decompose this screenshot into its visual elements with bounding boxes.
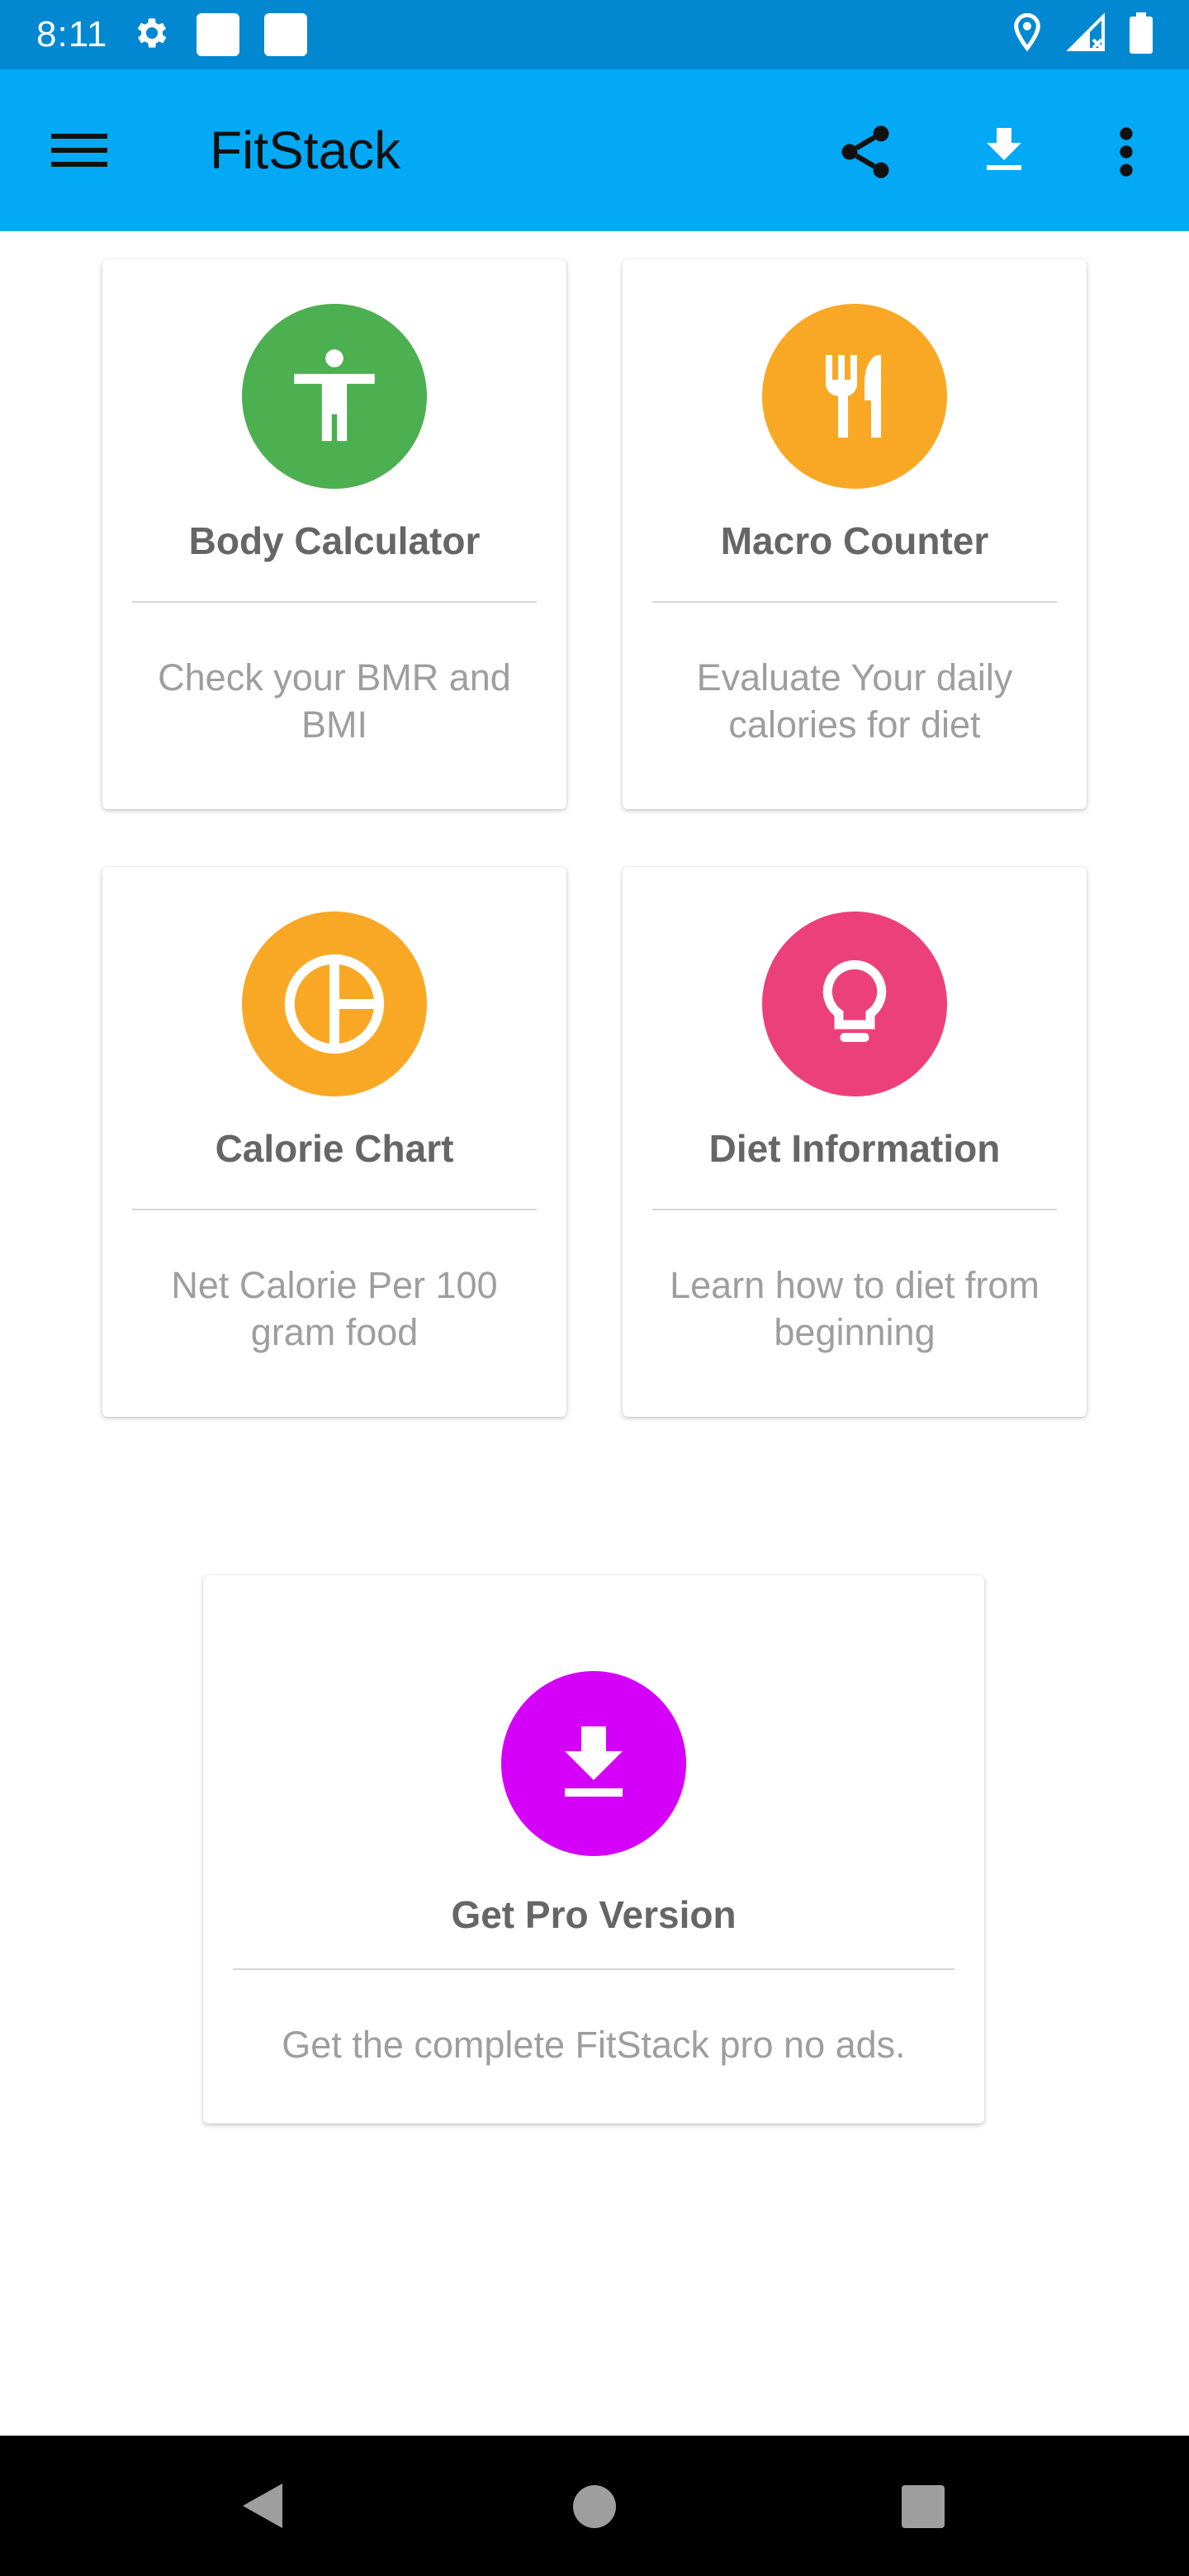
card-title: Get Pro Version — [451, 1893, 737, 1936]
signal-icon — [1066, 12, 1106, 57]
recents-icon[interactable] — [902, 2485, 945, 2528]
card-title: Macro Counter — [720, 519, 989, 562]
card-body-calculator[interactable]: Body Calculator Check your BMR and BMI — [102, 259, 566, 809]
download-icon[interactable] — [974, 119, 1034, 182]
restaurant-icon — [762, 304, 947, 489]
card-title: Calorie Chart — [215, 1127, 454, 1170]
app-title: FitStack — [210, 121, 401, 180]
card-divider — [132, 601, 537, 603]
card-calorie-chart[interactable]: Calorie Chart Net Calorie Per 100 gram f… — [102, 867, 566, 1417]
card-description: Check your BMR and BMI — [158, 656, 511, 746]
screen: 8:11 FitStack Body Calculator Check your… — [0, 0, 1189, 2576]
accessibility-icon — [242, 304, 427, 489]
card-divider — [652, 601, 1057, 603]
download-icon — [501, 1671, 686, 1856]
app-bar: FitStack — [0, 69, 1189, 231]
status-bar: 8:11 — [0, 0, 1189, 69]
location-icon — [1011, 12, 1044, 58]
share-icon[interactable] — [834, 121, 897, 183]
notification-square-icon — [197, 13, 240, 56]
card-title: Diet Information — [708, 1127, 1001, 1170]
card-description: Net Calorie Per 100 gram food — [171, 1264, 498, 1353]
battery-icon — [1130, 12, 1153, 58]
notification-square-icon — [264, 13, 308, 56]
card-description: Evaluate Your daily calories for diet — [696, 656, 1013, 746]
back-icon[interactable] — [239, 2480, 286, 2531]
nav-bar — [0, 2436, 1189, 2576]
card-macro-counter[interactable]: Macro Counter Evaluate Your daily calori… — [623, 259, 1087, 809]
pie-chart-icon — [242, 912, 427, 1096]
more-vert-icon[interactable] — [1110, 121, 1143, 183]
card-get-pro-version[interactable]: Get Pro Version Get the complete FitStac… — [203, 1575, 984, 2124]
card-divider — [652, 1209, 1057, 1210]
home-icon[interactable] — [573, 2485, 616, 2528]
menu-icon[interactable] — [51, 127, 107, 173]
card-title: Body Calculator — [188, 519, 481, 562]
status-left: 8:11 — [36, 13, 308, 57]
lightbulb-icon — [762, 912, 947, 1096]
card-divider — [233, 1968, 955, 1970]
status-time: 8:11 — [36, 14, 108, 54]
card-diet-information[interactable]: Diet Information Learn how to diet from … — [623, 867, 1087, 1417]
card-divider — [132, 1209, 537, 1210]
gear-icon — [132, 13, 172, 57]
status-right — [1011, 12, 1153, 58]
card-description: Learn how to diet from beginning — [670, 1264, 1040, 1353]
card-description: Get the complete FitStack pro no ads. — [282, 2024, 906, 2066]
